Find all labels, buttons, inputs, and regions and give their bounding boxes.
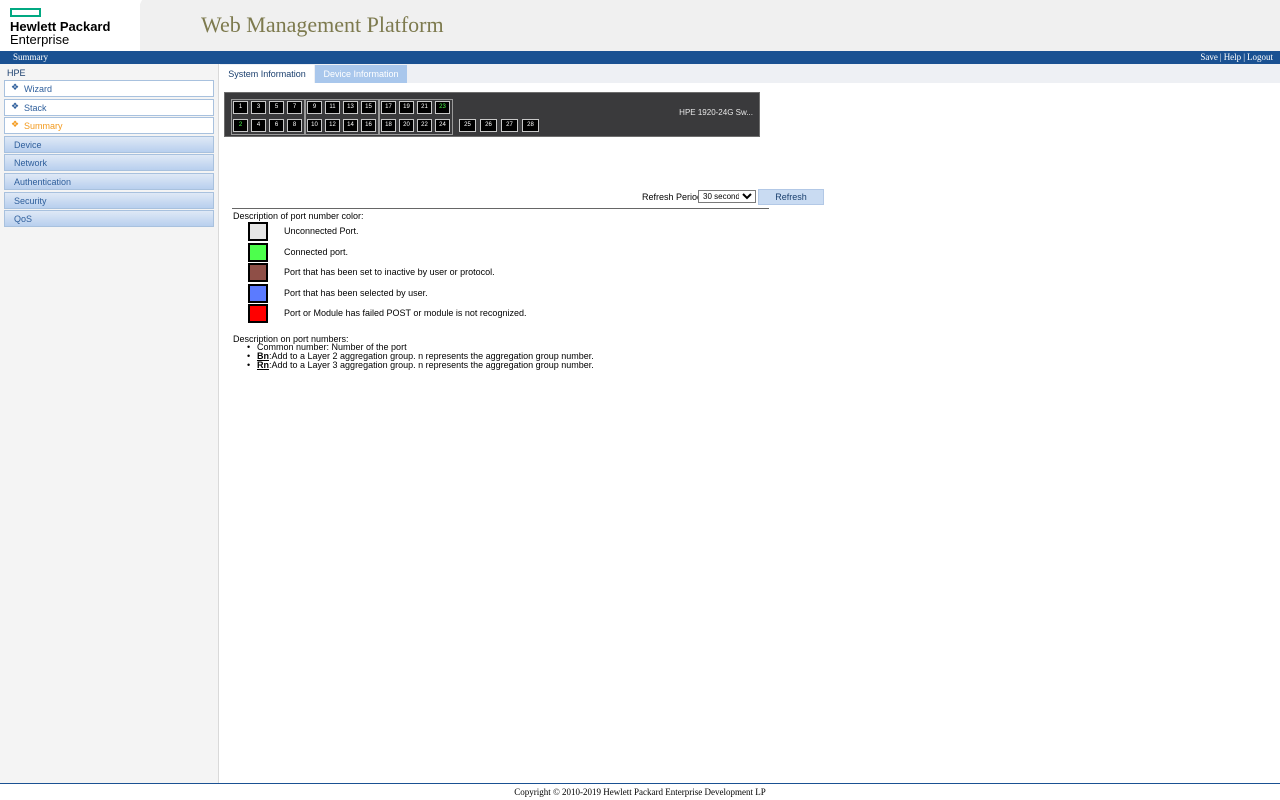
port-7[interactable]: 7 — [287, 101, 302, 114]
sidebar-item-label: Summary — [24, 121, 63, 131]
port-1[interactable]: 1 — [233, 101, 248, 114]
tab-bar: System Information Device Information — [220, 64, 1280, 83]
footer-line — [0, 783, 1280, 784]
logo-text-line2: Enterprise — [10, 32, 70, 47]
sidebar-group-label: Device — [14, 140, 42, 150]
help-link[interactable]: Help — [1224, 52, 1242, 62]
diamond-bullet-icon: ❖ — [11, 119, 20, 129]
refresh-button[interactable]: Refresh — [758, 189, 824, 205]
sidebar-item-stack[interactable]: ❖ Stack — [4, 99, 214, 116]
sidebar-group-network[interactable]: Network — [4, 154, 214, 171]
port-20[interactable]: 20 — [399, 119, 414, 132]
port-24[interactable]: 24 — [435, 119, 450, 132]
refresh-period-label: Refresh Period — [642, 192, 703, 202]
port-18[interactable]: 18 — [381, 119, 396, 132]
sidebar-group-label: Security — [14, 196, 47, 206]
port-22[interactable]: 22 — [417, 119, 432, 132]
breadcrumb: Summary — [13, 52, 48, 62]
code-rn: Rn — [257, 360, 269, 370]
save-link[interactable]: Save — [1200, 52, 1218, 62]
sidebar-item-summary[interactable]: ❖ Summary — [4, 117, 214, 134]
port-4[interactable]: 4 — [251, 119, 266, 132]
port-numbers-list: Common number: Number of the port Bn:Add… — [247, 343, 594, 370]
sidebar-group-label: Network — [14, 158, 48, 168]
app-title: Web Management Platform — [201, 12, 444, 37]
port-8[interactable]: 8 — [287, 119, 302, 132]
legend-text: Connected port. — [284, 247, 349, 257]
color-swatch — [248, 222, 268, 241]
logo-slant — [118, 0, 142, 51]
port-14[interactable]: 14 — [343, 119, 358, 132]
legend-text: Port that has been set to inactive by us… — [284, 267, 495, 277]
port-5[interactable]: 5 — [269, 101, 284, 114]
port-2[interactable]: 2 — [233, 119, 248, 132]
logout-link[interactable]: Logout — [1247, 52, 1273, 62]
legend-text: Port or Module has failed POST or module… — [284, 308, 527, 318]
port-13[interactable]: 13 — [343, 101, 358, 114]
diamond-bullet-icon: ❖ — [11, 101, 20, 111]
refresh-period-select[interactable]: 30 seconds — [698, 190, 756, 203]
color-swatch — [248, 304, 268, 323]
port-16[interactable]: 16 — [361, 119, 376, 132]
legend-text: Port that has been selected by user. — [284, 288, 428, 298]
sidebar-group-label: QoS — [14, 214, 33, 224]
divider — [232, 208, 769, 209]
sidebar-root-label: HPE — [7, 68, 26, 78]
tab-device-information[interactable]: Device Information — [315, 65, 407, 83]
header: Hewlett Packard Enterprise Web Managemen… — [0, 0, 1280, 51]
port-3[interactable]: 3 — [251, 101, 266, 114]
sidebar: HPE ❖ Wizard ❖ Stack ❖ Summary Device Ne… — [0, 64, 219, 783]
port-6[interactable]: 6 — [269, 119, 284, 132]
sidebar-group-device[interactable]: Device — [4, 136, 214, 153]
switch-panel: HPE 1920-24G Sw... 1 2 3 4 5 6 7 8 9 10 11 12 13 14 15… — [224, 92, 760, 137]
switch-model: HPE 1920-24G Sw... — [679, 108, 753, 117]
color-swatch — [248, 284, 268, 303]
color-swatch — [248, 243, 268, 262]
port-21[interactable]: 21 — [417, 101, 432, 114]
port-17[interactable]: 17 — [381, 101, 396, 114]
port-27[interactable]: 27 — [501, 119, 518, 132]
port-19[interactable]: 19 — [399, 101, 414, 114]
sidebar-group-label: Authentication — [14, 177, 72, 187]
port-28[interactable]: 28 — [522, 119, 539, 132]
diamond-bullet-icon: ❖ — [11, 82, 20, 92]
sidebar-item-label: Stack — [24, 103, 47, 113]
port-9[interactable]: 9 — [307, 101, 322, 114]
sidebar-item-wizard[interactable]: ❖ Wizard — [4, 80, 214, 97]
legend-title: Description of port number color: — [233, 211, 364, 221]
port-23[interactable]: 23 — [435, 101, 450, 114]
sidebar-item-label: Wizard — [24, 84, 53, 94]
list-item: Rn:Add to a Layer 3 aggregation group. n… — [247, 361, 594, 370]
sidebar-group-qos[interactable]: QoS — [4, 210, 214, 227]
sidebar-group-security[interactable]: Security — [4, 192, 214, 209]
tab-system-information[interactable]: System Information — [220, 65, 314, 83]
port-15[interactable]: 15 — [361, 101, 376, 114]
port-10[interactable]: 10 — [307, 119, 322, 132]
port-25[interactable]: 25 — [459, 119, 476, 132]
list-item-text: :Add to a Layer 3 aggregation group. n r… — [269, 360, 594, 370]
top-bar: Summary Save | Help | Logout — [0, 51, 1280, 64]
legend-text: Unconnected Port. — [284, 226, 359, 236]
port-26[interactable]: 26 — [480, 119, 497, 132]
hpe-logo-icon — [10, 8, 41, 17]
port-11[interactable]: 11 — [325, 101, 340, 114]
top-links: Save | Help | Logout — [1200, 52, 1273, 62]
color-swatch — [248, 263, 268, 282]
sidebar-group-authentication[interactable]: Authentication — [4, 173, 214, 190]
footer-copyright: Copyright © 2010-2019 Hewlett Packard En… — [514, 787, 766, 797]
port-12[interactable]: 12 — [325, 119, 340, 132]
